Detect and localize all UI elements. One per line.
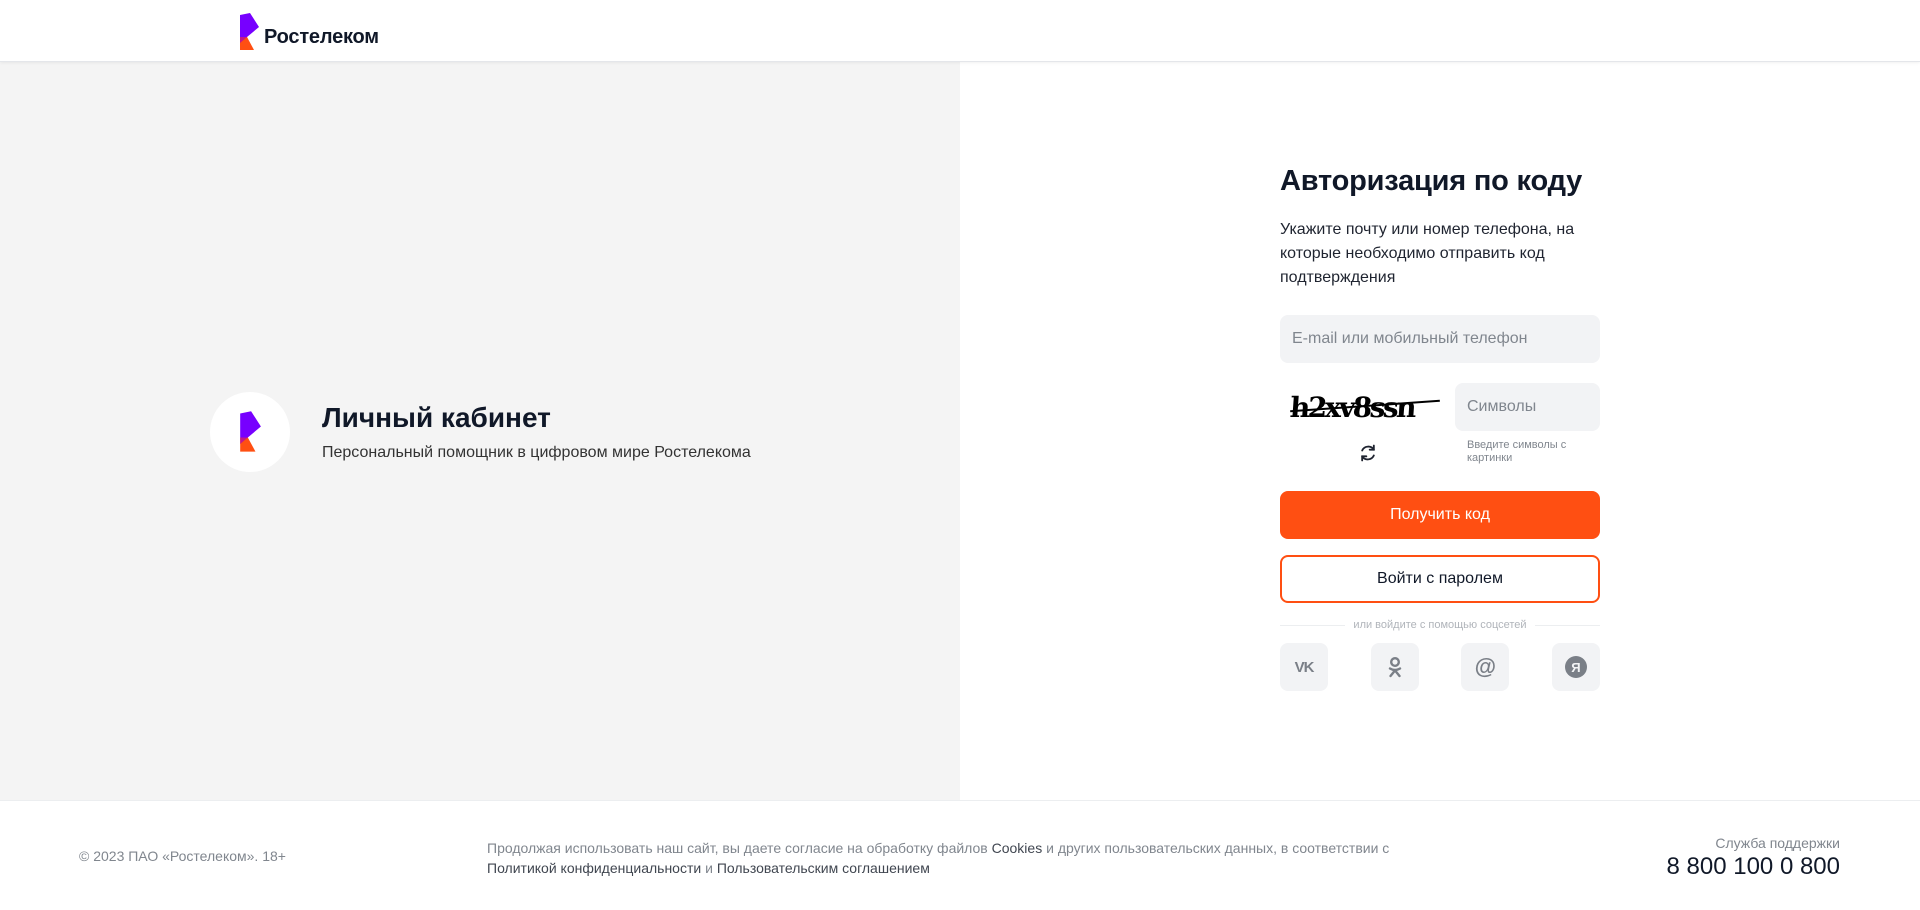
rostelecom-logo-icon <box>240 411 261 452</box>
odnoklassniki-icon <box>1388 657 1401 678</box>
brand-logo-link[interactable]: Ростелеком <box>238 13 379 51</box>
cookie-consent-text: Продолжая использовать наш сайт, вы дает… <box>487 838 1427 878</box>
cookies-link[interactable]: Cookies <box>992 840 1043 856</box>
captcha-image: h2xv8ssn <box>1280 383 1455 431</box>
odnoklassniki-login-button[interactable] <box>1370 643 1419 691</box>
promo-panel: Личный кабинет Персональный помощник в ц… <box>0 62 960 800</box>
brand-name: Ростелеком <box>264 26 379 48</box>
yandex-icon: Я <box>1564 656 1587 678</box>
captcha-refresh-button[interactable] <box>1354 439 1382 467</box>
promo-title: Личный кабинет <box>322 402 551 433</box>
site-footer: © 2023 ПАО «Ростелеком». 18+ Продолжая и… <box>0 800 1920 910</box>
auth-form: Авторизация по коду Укажите почту или но… <box>1280 165 1600 691</box>
copyright-text: © 2023 ПАО «Ростелеком». 18+ <box>79 848 286 864</box>
promo-subtitle: Персональный помощник в цифровом мире Ро… <box>322 444 751 461</box>
captcha-image-column: h2xv8ssn <box>1280 383 1455 467</box>
password-login-button[interactable]: Войти с паролем <box>1280 555 1600 603</box>
consent-text-part: и <box>701 860 717 876</box>
consent-text-part: Продолжая использовать наш сайт, вы дает… <box>487 840 992 856</box>
promo-text: Личный кабинет Персональный помощник в ц… <box>322 402 751 462</box>
captcha-row: h2xv8ssn Введите символы с картинки <box>1280 383 1600 467</box>
captcha-input-column: Введите символы с картинки <box>1455 383 1600 467</box>
contact-input[interactable] <box>1280 315 1600 363</box>
captcha-hint: Введите символы с картинки <box>1467 439 1567 464</box>
consent-text-part: и других пользовательских данных, в соот… <box>1042 840 1390 856</box>
mail-login-button[interactable]: @ <box>1461 643 1510 691</box>
support-label: Служба поддержки <box>1715 835 1840 851</box>
privacy-policy-link[interactable]: Политикой конфиденциальности <box>487 860 701 876</box>
rostelecom-logo-icon <box>240 13 259 50</box>
social-login-row: VK @ Я <box>1280 643 1600 691</box>
user-agreement-link[interactable]: Пользовательским соглашением <box>717 860 930 876</box>
get-code-button[interactable]: Получить код <box>1280 491 1600 539</box>
support-block: Служба поддержки 8 800 100 0 800 <box>1667 835 1841 881</box>
yandex-login-button[interactable]: Я <box>1551 643 1600 691</box>
captcha-input[interactable] <box>1455 383 1600 431</box>
mail-icon: @ <box>1474 654 1497 679</box>
refresh-icon <box>1360 444 1375 462</box>
promo-logo <box>210 392 290 472</box>
auth-panel: Авторизация по коду Укажите почту или но… <box>960 62 1920 800</box>
form-title: Авторизация по коду <box>1280 165 1583 197</box>
yandex-icon-glyph: Я <box>1571 659 1581 675</box>
support-phone-link[interactable]: 8 800 100 0 800 <box>1667 853 1841 881</box>
vk-icon: VK <box>1294 658 1315 676</box>
site-header: Ростелеком <box>0 0 1920 62</box>
vk-login-button[interactable]: VK <box>1280 643 1328 691</box>
form-description: Укажите почту или номер телефона, на кот… <box>1280 221 1575 286</box>
social-divider-text: или войдите с помощью соцсетей <box>1353 619 1527 631</box>
promo-block: Личный кабинет Персональный помощник в ц… <box>210 392 751 472</box>
social-divider: или войдите с помощью соцсетей <box>1280 619 1600 631</box>
